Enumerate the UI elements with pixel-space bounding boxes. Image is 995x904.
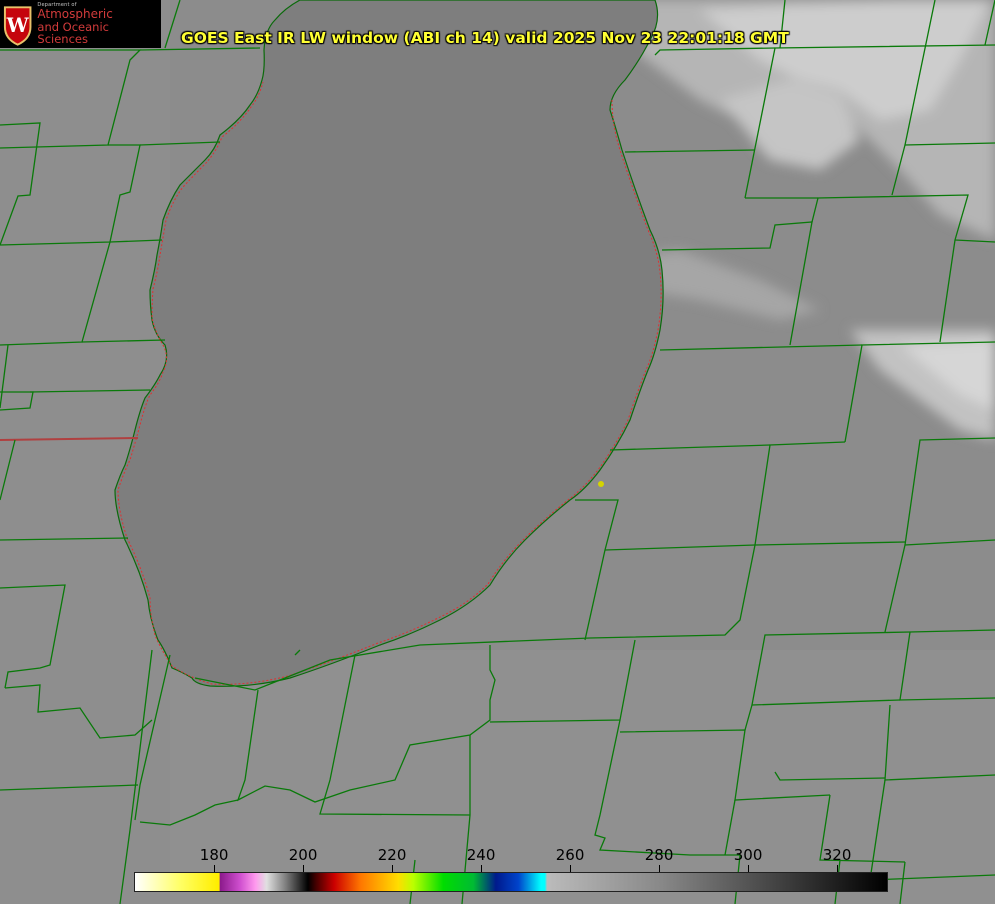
colorbar-tick-mark <box>214 865 216 872</box>
colorbar-gradient <box>134 872 888 892</box>
logo-line2: and Oceanic Sciences <box>37 19 109 46</box>
colorbar: 180 200 220 240 260 280 300 320 <box>134 846 888 892</box>
uw-aos-logo: W Department of Atmospheric and Oceanic … <box>0 0 161 48</box>
logo-text: Department of Atmospheric and Oceanic Sc… <box>37 2 161 46</box>
colorbar-tick-mark <box>748 865 750 872</box>
colorbar-tick-mark <box>837 865 839 872</box>
colorbar-tick-mark <box>481 865 483 872</box>
colorbar-tick-label: 280 <box>644 846 674 864</box>
colorbar-tick-label: 220 <box>377 846 407 864</box>
colorbar-tick-mark <box>303 865 305 872</box>
seal-letter: W <box>6 14 30 37</box>
colorbar-tick-label: 300 <box>733 846 763 864</box>
colorbar-tick-label: 200 <box>288 846 318 864</box>
image-title: GOES East IR LW window (ABI ch 14) valid… <box>181 29 789 47</box>
uw-seal-icon: W <box>3 6 32 46</box>
satellite-map <box>0 0 995 904</box>
colorbar-tick-label: 260 <box>555 846 585 864</box>
city-marker <box>598 481 604 487</box>
colorbar-tick-label: 180 <box>199 846 229 864</box>
logo-line1: Atmospheric <box>37 7 113 22</box>
colorbar-tick-mark <box>392 865 394 872</box>
colorbar-tick-label: 320 <box>822 846 852 864</box>
colorbar-tick-mark <box>659 865 661 872</box>
colorbar-tick-label: 240 <box>466 846 496 864</box>
colorbar-tick-mark <box>570 865 572 872</box>
